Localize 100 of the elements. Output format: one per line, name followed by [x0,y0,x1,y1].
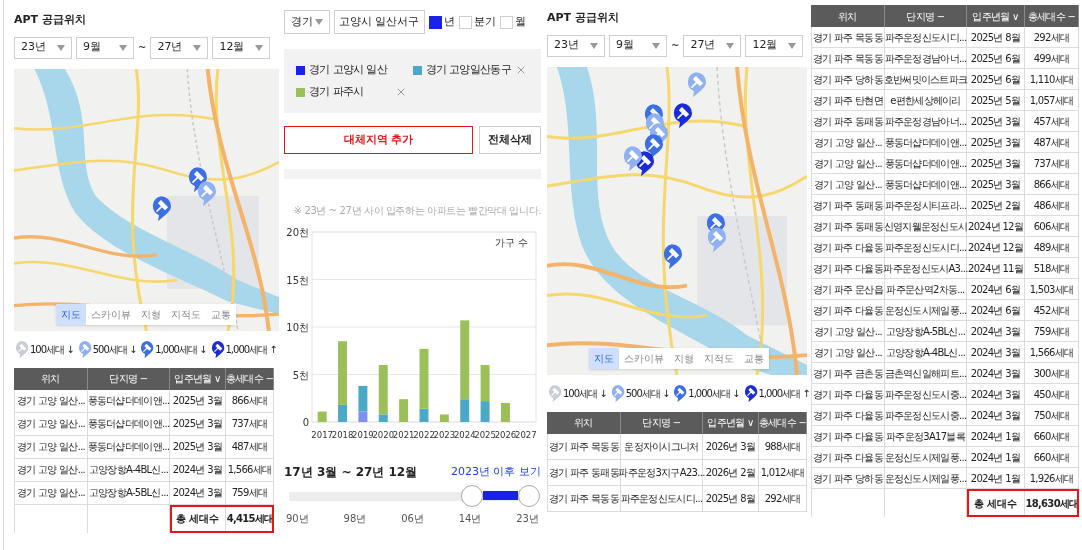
table-cell: 2024년 1월 [967,447,1025,468]
region-name: 경기 파주시 [309,85,365,99]
district-field[interactable]: 고양시 일산서구 [334,10,425,34]
table-cell: 292세대 [1025,27,1079,48]
table-cell: 경기 고양 일산... [811,174,885,195]
column-header[interactable]: 단지명 − [88,367,170,390]
table-cell: 운정신도시제일풍... [885,300,967,321]
range-separator: ~ [671,39,680,53]
table-cell: 1,110세대 [1025,69,1079,90]
column-header[interactable]: 입주년월 ∨ [703,411,759,434]
table-cell: 2024년 12월 [967,237,1025,258]
table-cell: 경기 고양 일산... [14,389,88,413]
add-region-button[interactable]: 대체지역 추가 [284,126,473,154]
column-header[interactable]: 입주년월 ∨ [170,367,226,390]
delete-all-button[interactable]: 전체삭제 [479,126,541,154]
map-type-tab[interactable]: 지적도 [699,347,739,369]
dropdown[interactable]: 9월 [76,36,134,59]
table-cell: 경기 고양 일산... [811,342,885,363]
caret-icon [788,42,797,49]
caret-icon [315,19,323,25]
column-header[interactable]: 입주년월 ∨ [967,5,1025,27]
table-cell: 경기 파주 탄현면 [811,90,885,111]
table-cell: 파주운정신도시디... [885,237,967,258]
table-cell: 경기 고양 일산... [14,435,88,459]
table-cell: 고양장항A-5BL신... [88,481,170,505]
checkbox[interactable] [428,15,442,29]
dropdown[interactable]: 9월 [609,34,667,57]
dropdown[interactable]: 27년 [150,36,209,59]
y-tick-label: 0 [302,417,309,428]
map-type-tab[interactable]: 지도 [589,347,619,369]
table-cell: 운정신도시제일풍... [885,447,967,468]
table-cell: 2024년 1월 [967,468,1025,489]
y-tick-label: 5천 [292,369,309,381]
checkbox-label: 월 [514,13,526,30]
caret-icon [57,44,65,51]
table-cell: 1,566세대 [1025,342,1079,363]
caret-icon [193,44,202,51]
column-header[interactable]: 위치 [811,5,885,27]
map-type-tab[interactable]: 지형 [136,303,166,325]
table-cell: 660세대 [1025,426,1079,447]
slider-tick-label: 23년 [516,512,539,526]
table-cell: 2025년 3월 [967,153,1025,174]
dropdown[interactable]: 12월 [212,36,271,59]
table-cell: 750세대 [1025,405,1079,426]
table-cell: 경기 파주 목동동 [547,433,621,460]
x-tick-label: 2027 [515,430,537,440]
region-name: 경기 고양시 일산 [309,63,388,77]
map-type-tab[interactable]: 지도 [56,303,86,325]
range-separator: ~ [138,41,147,55]
caret-icon [119,44,127,51]
table-cell: 경기 고양 일산... [811,132,885,153]
slider-thumb[interactable] [460,485,483,507]
table-cell: 경기 파주 동패동 [811,111,885,132]
slider-thumb[interactable] [517,485,540,507]
column-header[interactable]: 총세대수 − [759,411,807,434]
dropdown[interactable]: 27년 [683,34,742,57]
map-type-tab[interactable]: 교통 [206,303,236,325]
after-2023-link[interactable]: 2023년 이후 보기 [451,463,541,481]
y-tick-label: 20천 [286,227,309,238]
column-header[interactable]: 총세대수 − [1025,5,1079,27]
table-cell: 2024년 12월 [967,216,1025,237]
table-cell: 2025년 8월 [703,485,759,512]
table-cell: 660세대 [1025,447,1079,468]
table-cell: 신영지웰운정신도시 [885,216,967,237]
column-header[interactable]: 총세대수 − [226,367,274,390]
column-header[interactable]: 위치 [14,367,88,390]
legend-label: 100세대 ↓ [30,342,74,357]
checkbox-label: 분기 [473,13,496,30]
table-cell: 고양장항A-5BL신... [885,321,967,342]
table-cell: 경기 파주 목동동 [811,27,885,48]
slider-tick-label: 98년 [343,512,367,526]
map-type-tab[interactable]: 교통 [739,347,769,369]
map-type-tab[interactable]: 지적도 [166,303,206,325]
table-cell: 경기 파주 다율동 [811,405,885,426]
table-cell: 2025년 2월 [967,195,1025,216]
table-cell: 737세대 [226,412,274,436]
table-cell: 풍동더샵더데이앤... [885,132,967,153]
close-icon[interactable] [395,86,407,98]
column-header[interactable]: 단지명 − [885,5,967,27]
table-cell: 2024년 3월 [967,405,1025,426]
dropdown[interactable]: 23년 [14,36,72,59]
table-cell: 988세대 [759,433,807,460]
caret-icon [726,42,735,49]
table-cell: 파주운정신도시디... [621,485,703,512]
map-type-tab[interactable]: 스카이뷰 [619,347,669,369]
range-fill [482,491,518,500]
dropdown[interactable]: 12월 [745,34,804,57]
dropdown[interactable]: 경기 [284,10,330,34]
bar-segment [317,411,327,422]
map-type-tab[interactable]: 지형 [669,347,699,369]
column-header[interactable]: 위치 [547,411,621,434]
column-header[interactable]: 단지명 − [621,411,703,434]
legend-label: 1,000세대 ↓ [688,386,740,401]
table-cell: 고양장항A-4BL신... [88,458,170,482]
table-cell: 2024년 1월 [967,426,1025,447]
dropdown[interactable]: 23년 [547,34,605,57]
slider-tick-label: 06년 [401,512,424,526]
table-cell: 1,566세대 [226,458,274,482]
total-label: 총 세대수 [170,504,226,533]
map-type-tab[interactable]: 스카이뷰 [86,303,136,325]
